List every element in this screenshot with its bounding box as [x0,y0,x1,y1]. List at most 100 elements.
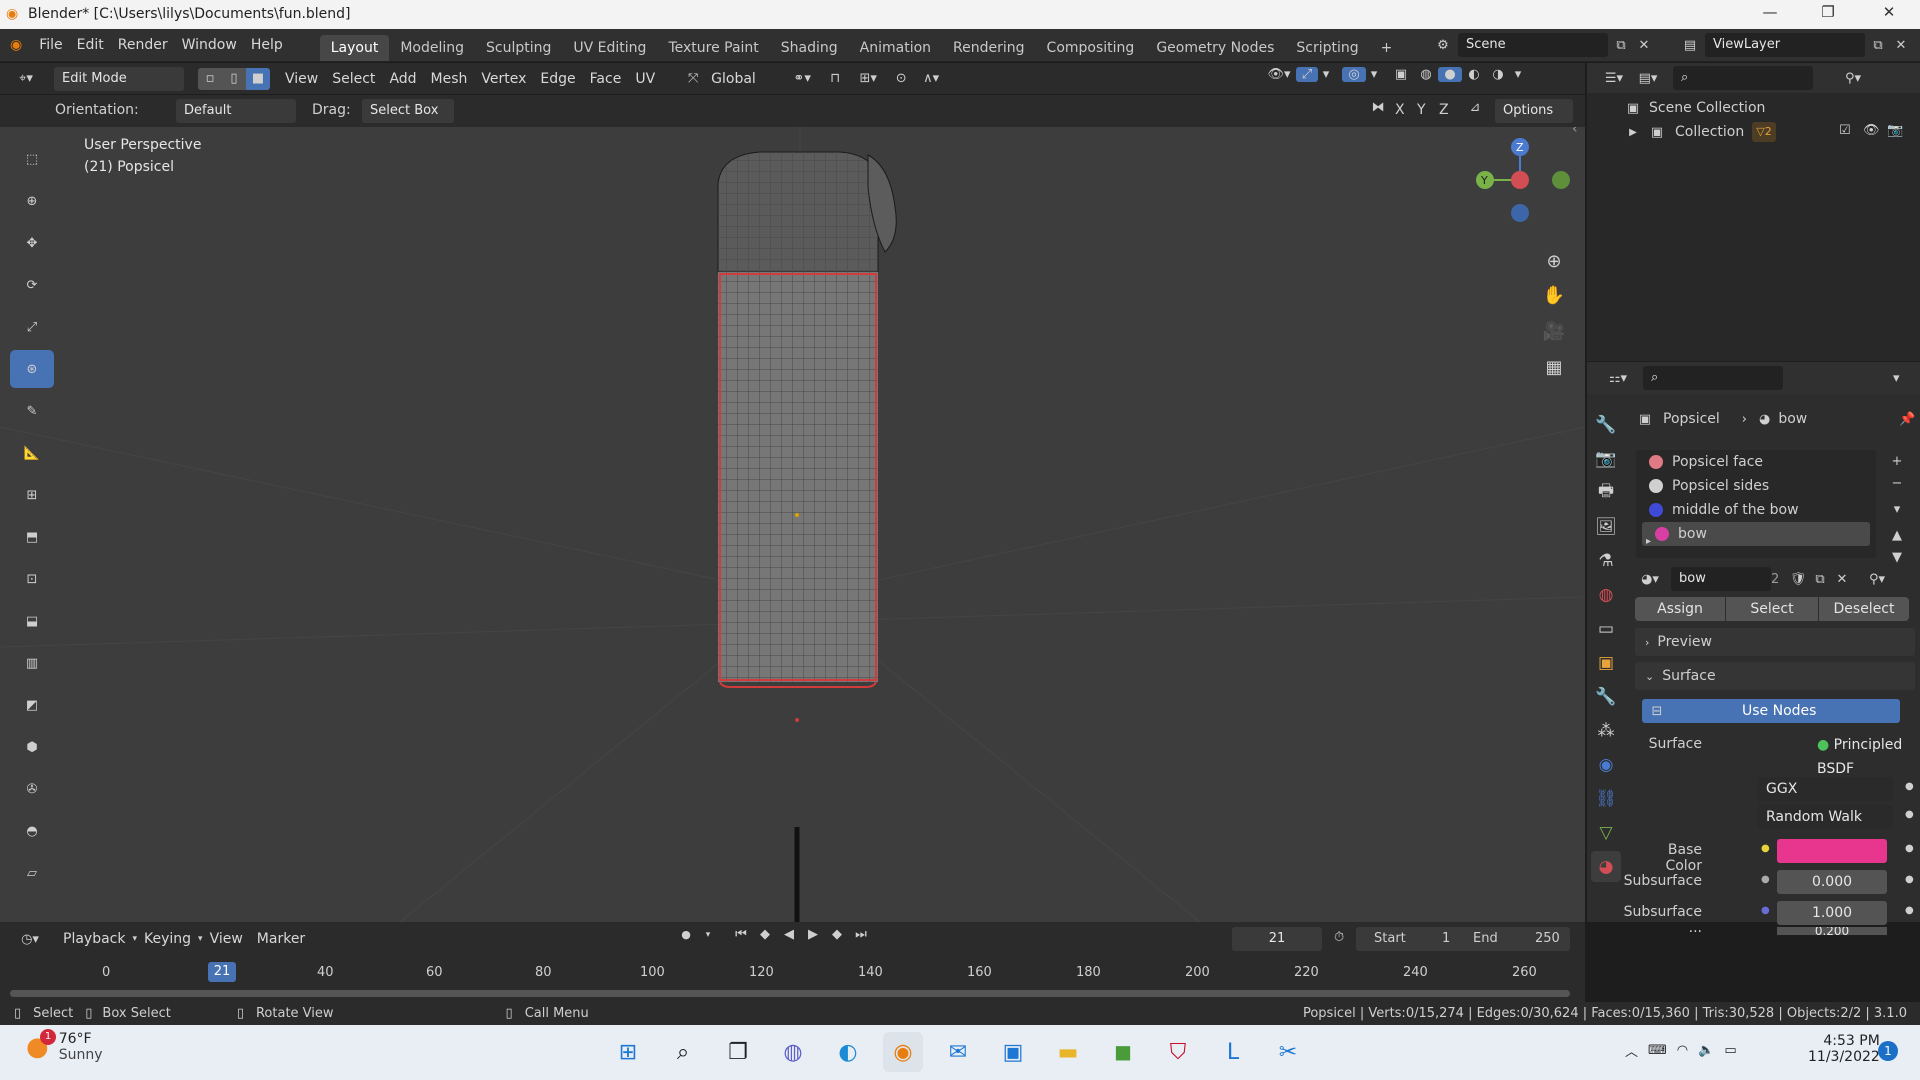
world-tab-icon[interactable]: ◍ [1591,579,1621,610]
gizmo-toggle-icon[interactable]: ⤢ [1296,67,1318,82]
outliner-editor-icon[interactable]: ☰▾ [1597,71,1631,86]
tab-rendering[interactable]: Rendering [942,35,1036,61]
menu-help[interactable]: Help [244,30,290,60]
timeline-ruler[interactable]: 0 21 40 60 80 100 120 140 160 180 200 22… [0,962,1585,984]
tab-sculpting[interactable]: Sculpting [475,35,562,61]
poly-build-tool-icon[interactable]: ⬢ [10,728,54,766]
keyframe-dot-icon[interactable]: ● [1905,874,1914,885]
next-keyframe-icon[interactable]: ◆ [825,927,849,942]
socket-icon[interactable]: ● [1761,843,1770,854]
mode-dropdown[interactable]: Edit Mode [54,66,184,91]
select-button[interactable]: Select [1726,597,1818,621]
move-tool-icon[interactable]: ✥ [10,224,54,262]
clock[interactable]: 4:53 PM 11/3/2022 [1808,1033,1880,1065]
pan-hand-icon[interactable]: ✋ [1538,277,1570,313]
mirror-z[interactable]: Z [1439,102,1449,118]
menu-window[interactable]: Window [175,30,244,60]
menu-file[interactable]: File [32,30,69,60]
move-slot-down-icon[interactable]: ▼ [1885,546,1909,568]
3d-viewport[interactable]: User Perspective (21) Popsicel Z Y ⊕ ✋ 🎥… [0,127,1585,922]
fake-user-icon[interactable]: 🛡 [1787,572,1809,587]
deselect-button[interactable]: Deselect [1819,597,1909,621]
keyboard-icon[interactable]: ⌨ [1648,1043,1667,1058]
stopwatch-icon[interactable]: ⏱ [1334,930,1344,945]
material-slot[interactable]: Popsicel sides [1636,474,1876,498]
drag-dropdown[interactable]: Select Box [362,99,454,123]
tab-modeling[interactable]: Modeling [389,35,475,61]
rotate-tool-icon[interactable]: ⟳ [10,266,54,304]
tab-geometry-nodes[interactable]: Geometry Nodes [1145,35,1285,61]
tray-overflow-icon[interactable]: ︿ [1625,1041,1638,1060]
subsurface-field[interactable]: 0.000 [1777,870,1887,894]
scene-tab-icon[interactable]: ⚗ [1591,545,1621,576]
menu-render[interactable]: Render [111,30,175,60]
mirror-icon[interactable]: ⧓ [1368,100,1388,115]
chat-icon[interactable]: ◍ [773,1032,813,1072]
snap-target-icon[interactable]: ⊞▾ [850,71,886,86]
keying-dropdown-icon[interactable]: ▾ [697,930,719,940]
battery-icon[interactable]: ▭ [1724,1043,1736,1058]
add-slot-icon[interactable]: + [1885,450,1909,472]
subsurface-radius-field[interactable]: 1.000 [1777,901,1887,925]
transform-orientation-icon[interactable]: ⤧ [682,71,704,86]
timeline-scrollbar[interactable] [10,990,1570,997]
proportional-edit-icon[interactable]: ⊙ [886,71,916,86]
keyframe-dot-icon[interactable]: ● [1905,781,1914,792]
duplicate-material-icon[interactable]: ⧉ [1809,572,1831,587]
header-menu-view[interactable]: View [278,64,325,94]
overlay-dropdown-icon[interactable]: ▾ [1366,67,1382,82]
header-menu-mesh[interactable]: Mesh [424,64,475,94]
object-tab-icon[interactable]: ▣ [1591,647,1621,678]
store-icon[interactable]: ▣ [993,1032,1033,1072]
sidebar-toggle-icon[interactable]: ‹ [1572,127,1578,137]
socket-icon[interactable]: ● [1761,905,1770,916]
header-menu-add[interactable]: Add [382,64,423,94]
tab-layout[interactable]: Layout [319,35,390,61]
mirror-x[interactable]: X [1395,102,1405,118]
output-tab-icon[interactable]: 🖶 [1591,477,1621,508]
blender-menu-icon[interactable]: ◉ [0,30,32,60]
menu-edit[interactable]: Edit [70,30,111,60]
filter-icon[interactable]: ⚲▾ [1833,71,1873,86]
auto-keying-icon[interactable]: ● [675,928,697,941]
shear-tool-icon[interactable]: ▱ [10,854,54,892]
material-filter-icon[interactable]: ⚲▾ [1861,572,1893,587]
material-tab-icon[interactable]: ◕ [1591,851,1621,882]
material-slot[interactable]: Popsicel face [1636,450,1876,474]
render-tab-icon[interactable]: 📷 [1591,443,1621,474]
use-nodes-button[interactable]: ⊟ Use Nodes [1642,699,1900,723]
header-menu-vertex[interactable]: Vertex [474,64,533,94]
add-cube-tool-icon[interactable]: ⊞ [10,476,54,514]
preview-panel-header[interactable]: › Preview [1635,628,1915,656]
properties-editor-icon[interactable]: ⚏▾ [1601,371,1635,386]
solid-shading-icon[interactable]: ● [1438,67,1462,82]
data-tab-icon[interactable]: ▽ [1591,817,1621,848]
editor-type-icon[interactable]: ⌖▾ [8,71,44,86]
task-view-icon[interactable]: ❐ [718,1032,758,1072]
tab-scripting[interactable]: Scripting [1285,35,1369,61]
snap-icon[interactable]: ⊓ [820,71,850,86]
weather-widget[interactable]: ● 1 76°F Sunny [26,1029,102,1063]
properties-options-icon[interactable]: ▾ [1893,371,1900,386]
gizmo-dropdown-icon[interactable]: ▾ [1318,67,1334,82]
assign-button[interactable]: Assign [1635,597,1725,621]
browse-material-icon[interactable]: ◕▾ [1635,572,1665,587]
l-app-icon[interactable]: L [1213,1032,1253,1072]
minecraft-icon[interactable]: ◼ [1103,1032,1143,1072]
rendered-shading-icon[interactable]: ◑ [1486,67,1510,82]
physics-tab-icon[interactable]: ◉ [1591,749,1621,780]
play-reverse-icon[interactable]: ◀ [777,927,801,942]
timeline-menu-view[interactable]: View [203,924,250,954]
constraints-tab-icon[interactable]: ⛓ [1591,783,1621,814]
minimize-button[interactable]: — [1747,3,1793,25]
auto-merge-icon[interactable]: ⊿ [1463,100,1487,115]
render-camera-icon[interactable]: 📷 [1887,123,1903,138]
mirror-y[interactable]: Y [1417,102,1426,118]
overlay-toggle-icon[interactable]: ◎ [1342,67,1366,82]
pin-icon[interactable]: 📌 [1899,412,1915,427]
timeline-editor-icon[interactable]: ◷▾ [12,932,48,947]
tool-tab-icon[interactable]: 🔧 [1591,409,1621,440]
header-menu-face[interactable]: Face [583,64,629,94]
smooth-tool-icon[interactable]: ◓ [10,812,54,850]
header-menu-edge[interactable]: Edge [533,64,582,94]
